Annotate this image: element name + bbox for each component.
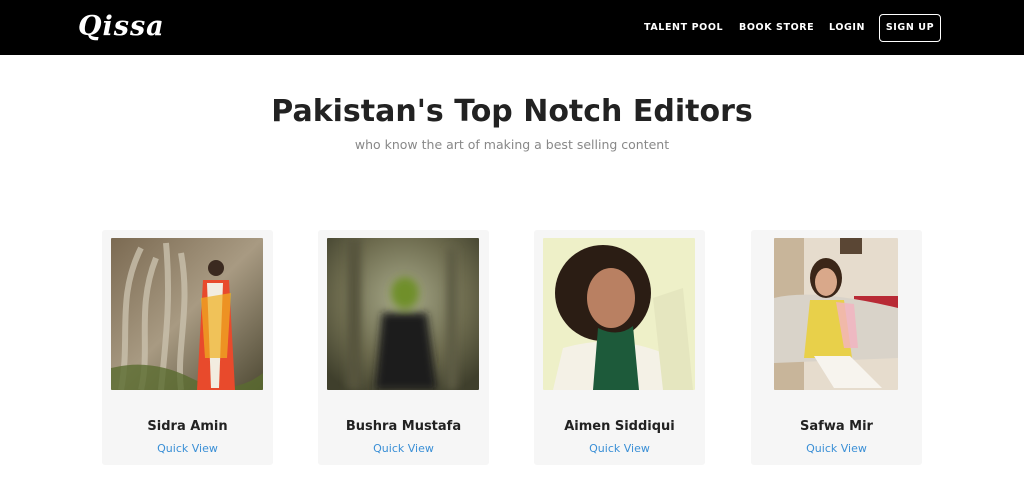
quick-view-link[interactable]: Quick View bbox=[751, 442, 922, 456]
editor-name: Bushra Mustafa bbox=[345, 419, 462, 434]
page-title: Pakistan's Top Notch Editors bbox=[271, 94, 753, 129]
editor-card[interactable]: Safwa Mir Quick View bbox=[751, 230, 922, 465]
editor-photo[interactable] bbox=[543, 238, 695, 390]
nav-book-store[interactable]: BOOK STORE bbox=[739, 20, 814, 36]
editor-photo-image bbox=[327, 238, 479, 390]
nav-talent-pool[interactable]: TALENT POOL bbox=[644, 20, 723, 36]
quick-view-link[interactable]: Quick View bbox=[318, 442, 489, 456]
editor-name: Sidra Amin bbox=[147, 419, 228, 434]
editor-photo[interactable] bbox=[111, 238, 263, 390]
page-subtitle: who know the art of making a best sellin… bbox=[354, 137, 670, 152]
editor-card[interactable]: Sidra Amin Quick View bbox=[102, 230, 273, 465]
editor-photo[interactable] bbox=[774, 238, 898, 390]
editor-photo-image bbox=[774, 238, 898, 390]
editor-card[interactable]: Bushra Mustafa Quick View bbox=[318, 230, 489, 465]
editor-photo[interactable] bbox=[327, 238, 479, 390]
editor-photo-image bbox=[111, 238, 263, 390]
editor-name: Aimen Siddiqui bbox=[564, 419, 675, 434]
top-navbar: Qissa TALENT POOL BOOK STORE LOGIN SIGN … bbox=[0, 0, 1024, 55]
sign-up-button[interactable]: SIGN UP bbox=[879, 14, 941, 42]
editor-card[interactable]: Aimen Siddiqui Quick View bbox=[534, 230, 705, 465]
editor-photo-image bbox=[543, 238, 695, 390]
qissa-logo[interactable]: Qissa bbox=[78, 9, 165, 45]
quick-view-link[interactable]: Quick View bbox=[102, 442, 273, 456]
editor-name: Safwa Mir bbox=[800, 419, 873, 434]
quick-view-link[interactable]: Quick View bbox=[534, 442, 705, 456]
nav-login[interactable]: LOGIN bbox=[829, 20, 865, 36]
